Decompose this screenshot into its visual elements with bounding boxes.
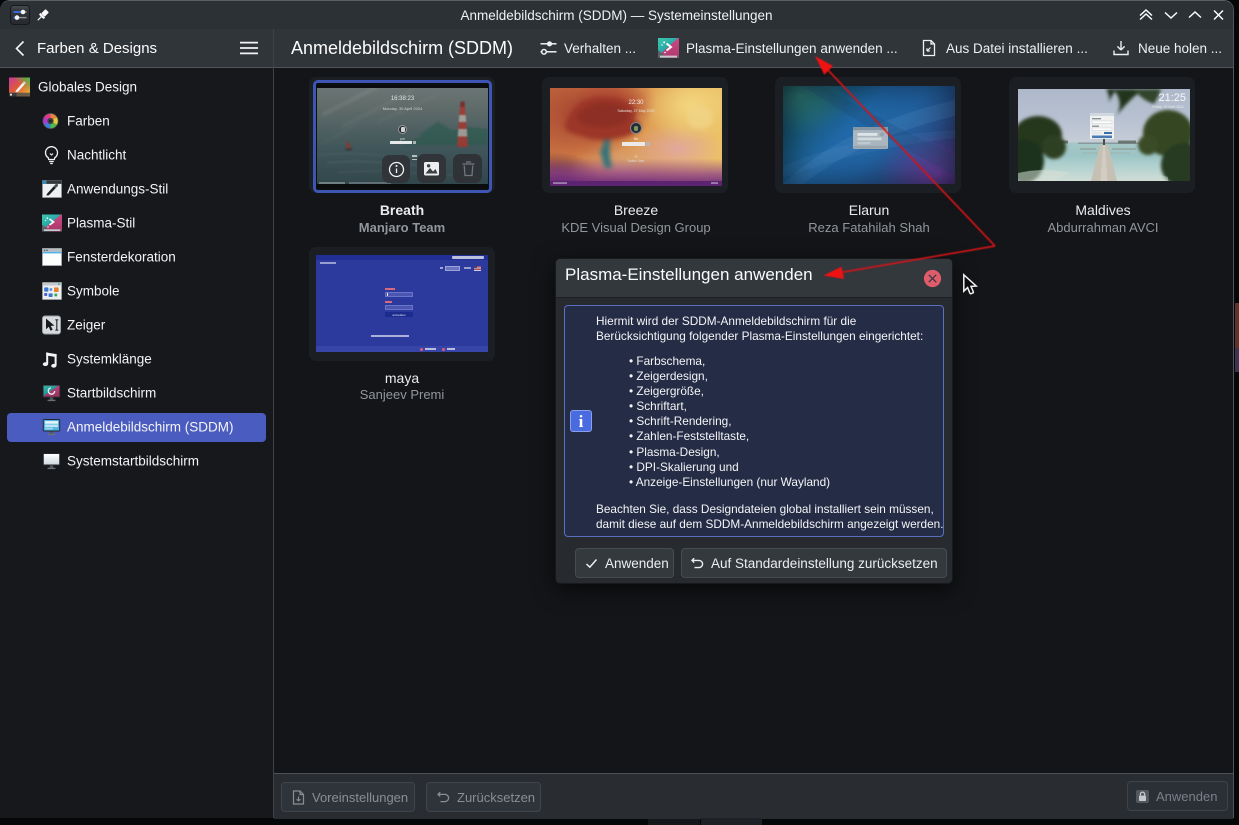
svg-text:i: i	[579, 412, 584, 431]
